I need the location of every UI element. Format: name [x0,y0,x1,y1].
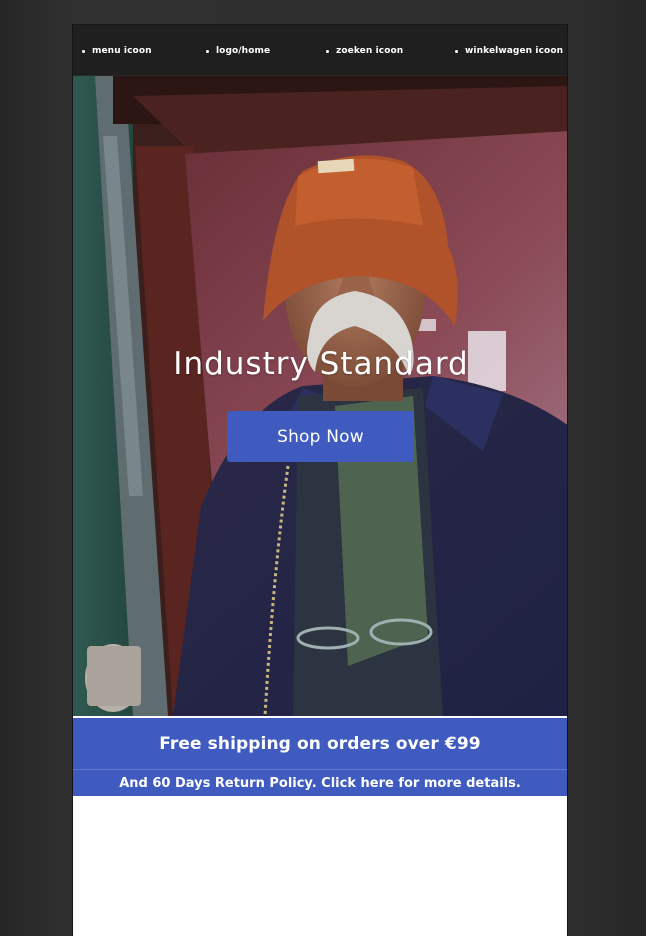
cart-nav-label: winkelwagen icoon [465,46,564,56]
search-nav-label: zoeken icoon [336,46,404,56]
hero-banner: Industry Standard Shop Now [73,76,567,716]
top-navigation: menu icoon logo/home zoeken icoon winkel… [73,25,567,76]
bullet-icon [82,49,85,53]
menu-nav-item[interactable]: menu icoon [82,44,152,58]
backdrop: menu icoon logo/home zoeken icoon winkel… [0,0,646,936]
search-nav-item[interactable]: zoeken icoon [326,44,403,58]
bullet-icon [326,49,329,53]
hero-photo [73,76,567,716]
shipping-banner[interactable]: Free shipping on orders over €99 And 60 … [73,718,567,796]
menu-nav-label: menu icoon [92,46,152,56]
hero-title: Industry Standard [173,346,469,382]
logo-home-nav-item[interactable]: logo/home [206,44,270,58]
shop-now-button[interactable]: Shop Now [227,411,414,462]
bullet-icon [455,49,458,53]
logo-home-nav-label: logo/home [216,46,271,56]
return-policy-link[interactable]: And 60 Days Return Policy. Click here fo… [73,770,567,796]
content-area [73,796,567,936]
cart-nav-item[interactable]: winkelwagen icoon [455,44,563,58]
shipping-headline: Free shipping on orders over €99 [159,733,481,754]
bullet-icon [206,49,209,53]
mobile-viewport: menu icoon logo/home zoeken icoon winkel… [72,24,568,936]
